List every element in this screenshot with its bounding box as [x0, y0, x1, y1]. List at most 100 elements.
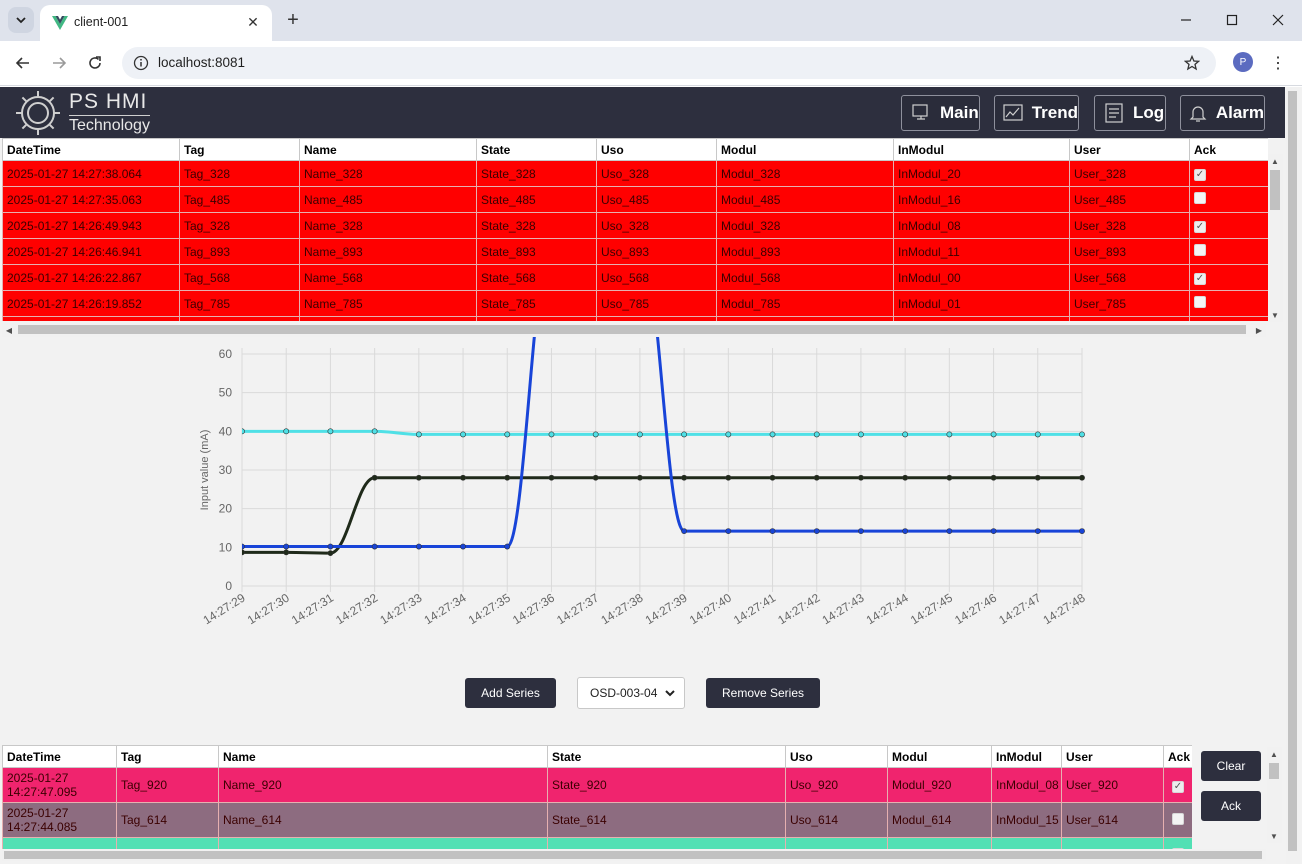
url-text[interactable]: localhost:8081	[158, 55, 245, 70]
nav-main-button[interactable]: Main	[901, 95, 980, 131]
column-header-state[interactable]: State	[547, 745, 786, 768]
data-point	[327, 550, 334, 557]
column-header-state[interactable]: State	[476, 138, 597, 161]
column-header-uso[interactable]: Uso	[785, 745, 888, 768]
x-tick-label: 14:27:30	[245, 591, 292, 628]
column-header-name[interactable]: Name	[299, 138, 477, 161]
x-tick-label: 14:27:36	[510, 591, 557, 628]
ack-checkbox[interactable]	[1194, 296, 1206, 308]
series-select[interactable]: OSD-003-04	[577, 677, 685, 709]
minimize-button[interactable]	[1174, 8, 1198, 32]
scroll-right-icon[interactable]: ▶	[1252, 323, 1266, 337]
x-tick-label: 14:27:34	[422, 591, 469, 628]
column-header-datetime[interactable]: DateTime	[2, 745, 117, 768]
nav-trend-button[interactable]: Trend	[994, 95, 1079, 131]
ack-checkbox[interactable]: ✓	[1194, 273, 1206, 285]
nav-alarm-button[interactable]: Alarm	[1180, 95, 1265, 131]
event-table: DateTime Tag Name State Uso Modul InModu…	[2, 745, 1192, 849]
scrollbar-thumb[interactable]	[4, 851, 1262, 859]
browser-menu-button[interactable]: ⋮	[1268, 51, 1288, 75]
alarm-table-row[interactable]: 2025-01-27 14:27:35.063 Tag_485 Name_485 St…	[2, 186, 1268, 213]
ack-button[interactable]: Ack	[1201, 791, 1261, 821]
event-table-row[interactable]: 2025-01-27 14:27:44.085 Tag_614 Name_614 St…	[2, 802, 1192, 838]
column-header-datetime[interactable]: DateTime	[2, 138, 180, 161]
remove-series-button[interactable]: Remove Series	[706, 678, 820, 708]
ack-checkbox[interactable]	[1194, 244, 1206, 256]
cell-inmodul	[991, 837, 1062, 849]
site-info-button[interactable]	[132, 54, 150, 72]
tab-close-icon[interactable]: ✕	[244, 13, 262, 31]
add-series-button[interactable]: Add Series	[465, 678, 556, 708]
alarm-table-vertical-scrollbar[interactable]: ▲ ▼	[1268, 154, 1283, 322]
close-window-button[interactable]	[1266, 8, 1290, 32]
scroll-up-icon[interactable]: ▲	[1268, 154, 1282, 168]
profile-avatar[interactable]: P	[1233, 52, 1253, 72]
ack-checkbox[interactable]: ✓	[1194, 169, 1206, 181]
scroll-up-icon[interactable]: ▲	[1267, 747, 1281, 761]
bookmark-button[interactable]	[1182, 53, 1202, 73]
alarm-table-row[interactable]: 2025-01-27 14:27:38.064 Tag_328 Name_328 St…	[2, 160, 1268, 187]
series-2	[242, 337, 1085, 550]
column-header-modul[interactable]: Modul	[887, 745, 992, 768]
ack-checkbox[interactable]	[1194, 192, 1206, 204]
tab-search-button[interactable]	[8, 7, 34, 33]
column-header-ack[interactable]: Ack	[1163, 745, 1192, 768]
cell-datetime: 2025-01-27 14:27:35.063	[2, 186, 180, 213]
column-header-ack[interactable]: Ack	[1189, 138, 1268, 161]
cell-uso: Uso_614	[785, 802, 888, 838]
column-header-modul[interactable]: Modul	[716, 138, 894, 161]
alarm-table-row[interactable]: 2025-01-27 14:26:49.943 Tag_328 Name_328 St…	[2, 212, 1268, 239]
reload-icon	[89, 56, 101, 69]
alarm-table-row[interactable]: 2025-01-27 14:26:19.852 Tag_785 Name_785 St…	[2, 290, 1268, 317]
cell-datetime: 2025-01-27	[2, 837, 117, 849]
column-header-tag[interactable]: Tag	[179, 138, 300, 161]
nav-log-button[interactable]: Log	[1094, 95, 1166, 131]
scrollbar-thumb[interactable]	[1269, 763, 1279, 779]
scrollbar-thumb[interactable]	[18, 325, 1246, 334]
y-tick-label: 40	[219, 424, 233, 438]
back-button[interactable]	[11, 51, 35, 75]
address-bar[interactable]: localhost:8081	[122, 47, 1216, 79]
cell-name: Name_328	[299, 160, 477, 187]
column-header-inmodul[interactable]: InModul	[893, 138, 1070, 161]
cell-empty	[716, 316, 894, 321]
data-point	[681, 474, 688, 481]
cell-state	[547, 837, 786, 849]
new-tab-button[interactable]: +	[282, 9, 304, 31]
scrollbar-thumb[interactable]	[1288, 91, 1297, 851]
column-header-user[interactable]: User	[1069, 138, 1190, 161]
column-header-user[interactable]: User	[1061, 745, 1164, 768]
event-table-row[interactable]: 2025-01-27	[2, 837, 1192, 849]
scroll-left-icon[interactable]: ◀	[2, 323, 16, 337]
column-header-name[interactable]: Name	[218, 745, 548, 768]
alarm-table-row[interactable]	[2, 316, 1268, 321]
scroll-down-icon[interactable]: ▼	[1268, 308, 1282, 322]
cell-inmodul: InModul_01	[893, 290, 1070, 317]
ack-checkbox[interactable]: ✓	[1172, 780, 1184, 793]
alarm-table-horizontal-scrollbar[interactable]: ◀ ▶	[2, 323, 1266, 337]
data-point	[725, 431, 732, 438]
column-header-tag[interactable]: Tag	[116, 745, 219, 768]
data-point	[460, 431, 466, 438]
alarm-table-row[interactable]: 2025-01-27 14:26:46.941 Tag_893 Name_893 St…	[2, 238, 1268, 265]
data-point	[242, 543, 245, 550]
browser-tab[interactable]: client-001 ✕	[40, 5, 272, 41]
page-vertical-scrollbar[interactable]	[1286, 87, 1300, 864]
scrollbar-thumb[interactable]	[1270, 170, 1280, 210]
alarm-table-row[interactable]: 2025-01-27 14:26:22.867 Tag_568 Name_568 St…	[2, 264, 1268, 291]
column-header-inmodul[interactable]: InModul	[991, 745, 1062, 768]
clear-button[interactable]: Clear	[1201, 751, 1261, 781]
data-point	[990, 431, 997, 438]
cell-state: State_893	[476, 238, 597, 265]
reload-button[interactable]	[83, 51, 107, 75]
event-table-vertical-scrollbar[interactable]: ▲ ▼	[1267, 747, 1282, 843]
ack-checkbox[interactable]	[1172, 812, 1184, 825]
cell-state: State_328	[476, 212, 597, 239]
ack-checkbox[interactable]: ✓	[1194, 221, 1206, 233]
forward-button[interactable]	[47, 51, 71, 75]
column-header-uso[interactable]: Uso	[596, 138, 717, 161]
maximize-button[interactable]	[1220, 8, 1244, 32]
page-horizontal-scrollbar[interactable]	[2, 849, 1266, 861]
scroll-down-icon[interactable]: ▼	[1267, 829, 1281, 843]
event-table-row[interactable]: 2025-01-27 14:27:47.095 Tag_920 Name_920 St…	[2, 767, 1192, 803]
